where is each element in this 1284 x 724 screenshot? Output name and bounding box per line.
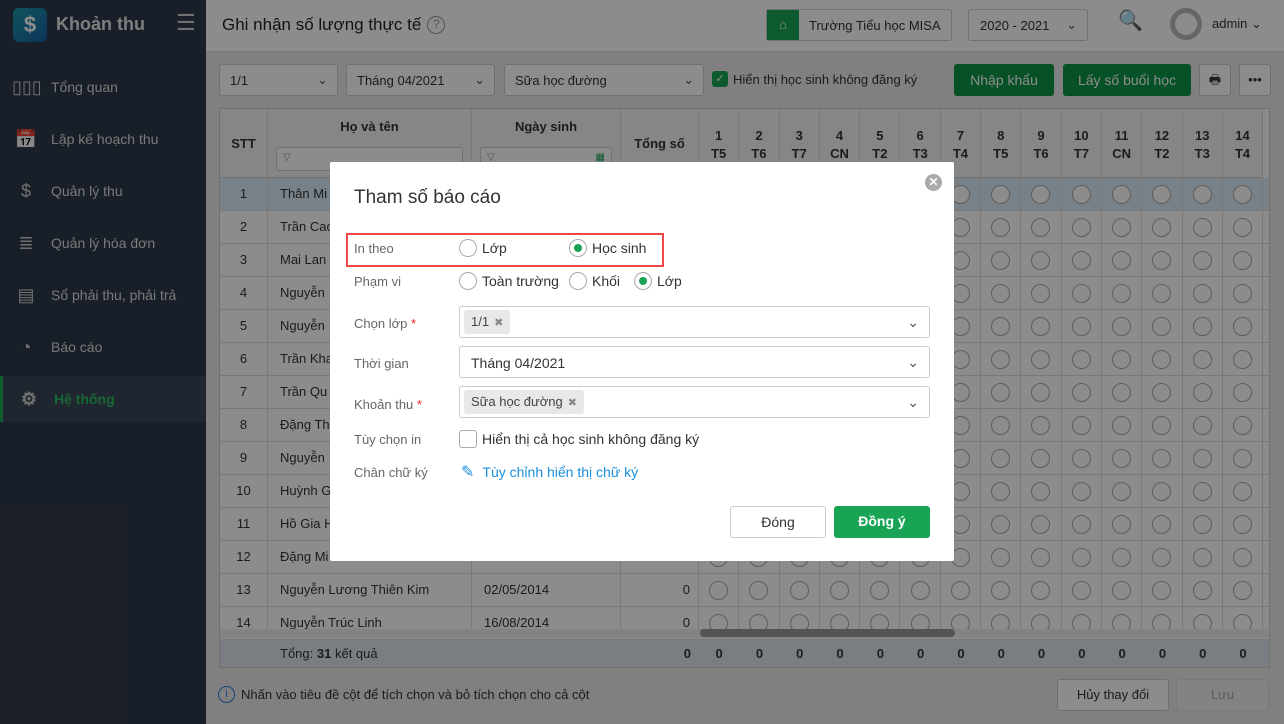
chevron-down-icon: ⌄	[907, 354, 919, 370]
pencil-icon: ✎	[461, 464, 475, 481]
radio-circle	[569, 239, 587, 257]
class-tag: 1/1 ✖	[464, 310, 511, 334]
radio-circle	[634, 272, 652, 290]
class-multiselect[interactable]: 1/1 ✖ ⌄	[459, 306, 930, 338]
time-select[interactable]: Tháng 04/2021 ⌄	[459, 346, 930, 378]
chevron-down-icon: ⌄	[907, 314, 919, 330]
radio-label: Toàn trường	[482, 273, 559, 289]
dialog-title: Tham số báo cáo	[354, 187, 501, 208]
radio-circle	[459, 239, 477, 257]
tag-label: Sữa học đường	[471, 394, 563, 409]
radio-label: Học sinh	[592, 240, 647, 256]
close-icon[interactable]: ✕	[925, 174, 942, 191]
fee-tag: Sữa học đường ✖	[464, 390, 584, 414]
radio-label: Lớp	[482, 240, 507, 256]
remove-tag-icon[interactable]: ✖	[568, 397, 577, 409]
remove-tag-icon[interactable]: ✖	[494, 317, 503, 329]
fee-label: Khoản thu *	[354, 397, 422, 412]
link-text: Tùy chỉnh hiển thị chữ ký	[482, 464, 639, 480]
chevron-down-icon: ⌄	[907, 394, 919, 410]
scope-school-radio[interactable]: Toàn trường	[459, 272, 559, 290]
report-params-dialog: Tham số báo cáo ✕ In theo Lớp Học sinh P…	[330, 162, 954, 561]
time-value: Tháng 04/2021	[471, 355, 566, 371]
class-label: Chọn lớp *	[354, 316, 416, 331]
required-mark: *	[410, 316, 417, 331]
radio-circle	[569, 272, 587, 290]
signature-label: Chân chữ ký	[354, 465, 428, 480]
print-by-class-radio[interactable]: Lớp	[459, 239, 507, 257]
customize-signature-link[interactable]: ✎ Tùy chỉnh hiển thị chữ ký	[461, 462, 638, 482]
print-by-label: In theo	[354, 241, 394, 256]
print-option-label: Tùy chọn in	[354, 432, 422, 447]
scope-label: Phạm vi	[354, 274, 401, 289]
radio-circle	[459, 272, 477, 290]
close-button[interactable]: Đóng	[730, 506, 826, 538]
checkbox-box	[459, 430, 477, 448]
radio-label: Khối	[592, 273, 621, 289]
show-all-students-checkbox[interactable]: Hiển thị cả học sinh không đăng ký	[459, 430, 699, 448]
required-mark: *	[416, 397, 422, 412]
radio-label: Lớp	[657, 273, 682, 289]
tag-label: 1/1	[471, 314, 490, 329]
time-label: Thời gian	[354, 356, 409, 371]
fee-multiselect[interactable]: Sữa học đường ✖ ⌄	[459, 386, 930, 418]
ok-button[interactable]: Đồng ý	[834, 506, 930, 538]
fee-label-text: Khoản thu	[354, 397, 414, 412]
print-by-student-radio[interactable]: Học sinh	[569, 239, 646, 257]
checkbox-label: Hiển thị cả học sinh không đăng ký	[482, 431, 700, 447]
scope-grade-radio[interactable]: Khối	[569, 272, 620, 290]
class-label-text: Chọn lớp	[354, 316, 408, 331]
scope-class-radio[interactable]: Lớp	[634, 272, 682, 290]
